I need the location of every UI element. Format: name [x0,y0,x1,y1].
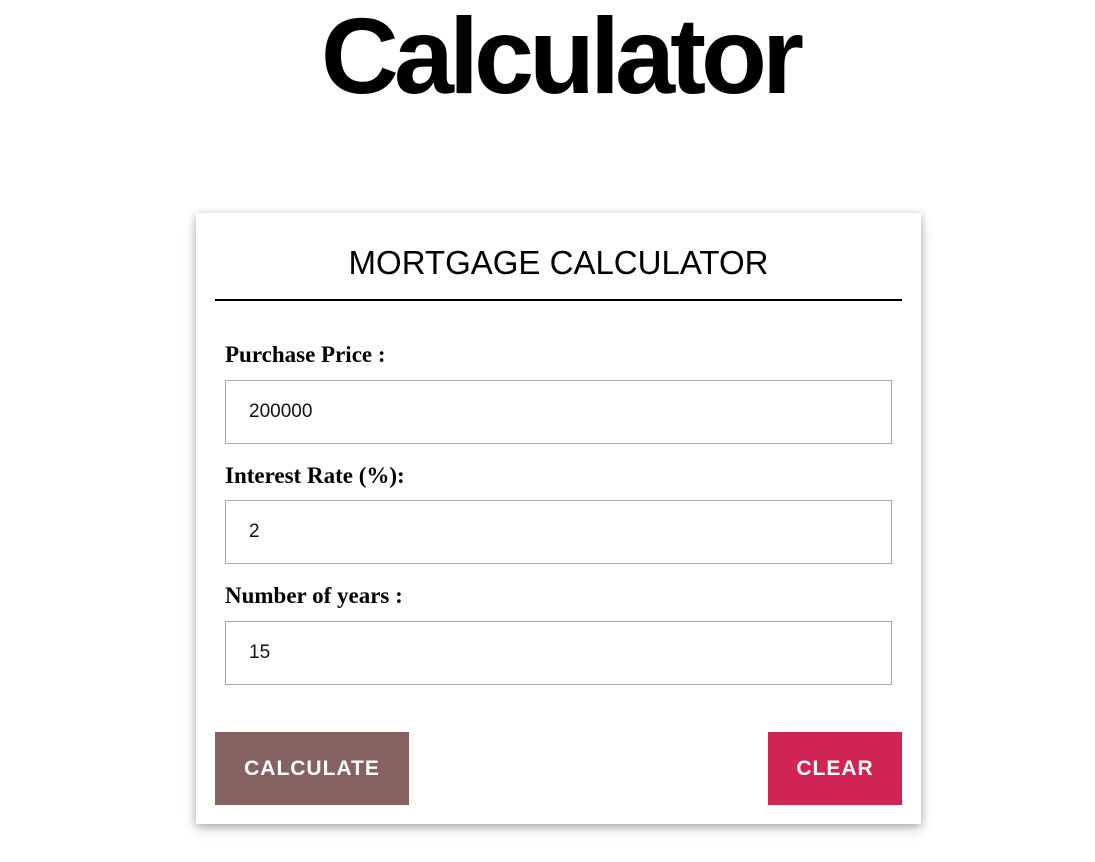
interest-rate-label: Interest Rate (%): [225,463,405,488]
card-header: MORTGAGE CALCULATOR [215,213,902,301]
purchase-price-label: Purchase Price : [225,342,386,367]
mortgage-calculator-card: MORTGAGE CALCULATOR Purchase Price : Int… [196,213,921,824]
clear-button[interactable]: CLEAR [768,732,902,805]
card-title: MORTGAGE CALCULATOR [348,244,769,281]
purchase-price-input[interactable] [225,380,892,444]
number-of-years-label: Number of years : [225,583,403,608]
number-of-years-input[interactable] [225,621,892,685]
calculate-button[interactable]: CALCULATE [215,732,409,805]
page-title: Calculator [320,0,804,116]
interest-rate-input[interactable] [225,500,892,564]
